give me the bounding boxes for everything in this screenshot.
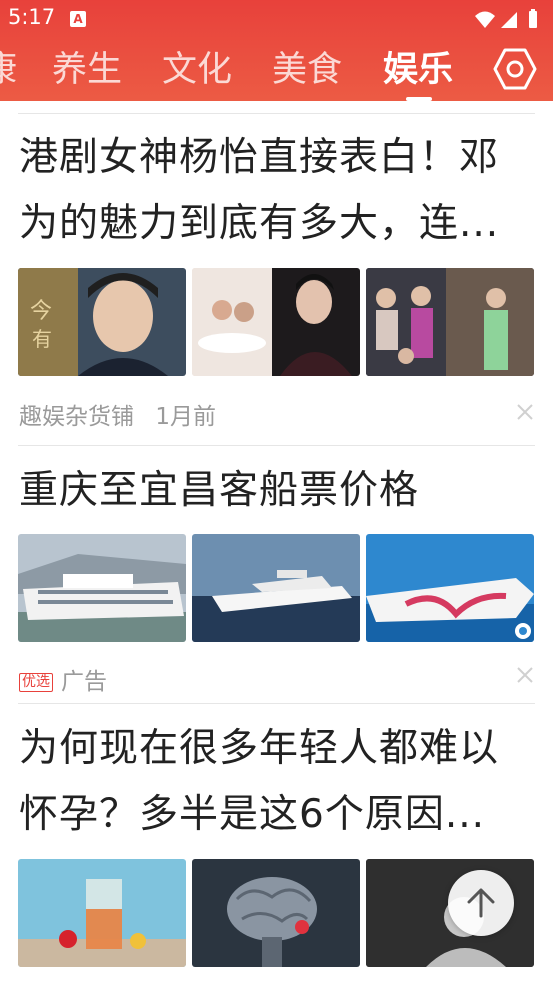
tab-culture[interactable]: 文化 <box>162 48 232 92</box>
divider <box>18 113 535 114</box>
article-thumbnail[interactable] <box>18 859 186 967</box>
header: 5:17 A 康 养生 文化 美食 娱乐 <box>0 0 553 101</box>
battery-icon <box>529 9 537 28</box>
article-thumbnail[interactable]: 今 有 <box>18 268 186 376</box>
article-title[interactable]: 为何现在很多年轻人都难以 怀孕？多半是这6个原因... <box>19 716 539 848</box>
ad-thumbnail[interactable] <box>192 534 360 642</box>
article-meta: 趣娱杂货铺 1月前 <box>19 397 216 431</box>
tab-wellness[interactable]: 养生 <box>52 48 122 92</box>
article-thumbnail[interactable] <box>192 859 360 967</box>
ad-thumbnail[interactable] <box>366 534 534 642</box>
tab-entertainment[interactable]: 娱乐 <box>383 48 453 92</box>
close-icon[interactable] <box>514 664 536 686</box>
close-icon[interactable] <box>514 401 536 423</box>
ad-thumbnail[interactable] <box>18 534 186 642</box>
ad-label: 广告 <box>61 669 107 695</box>
tab-health[interactable]: 康 <box>0 48 17 92</box>
article-source: 趣娱杂货铺 <box>19 404 134 430</box>
tab-food[interactable]: 美食 <box>272 48 342 92</box>
news-feed[interactable]: 港剧女神杨怡直接表白！邓 为的魅力到底有多大，连... 今 有 趣娱杂货铺 1月… <box>0 101 553 984</box>
app-notification-icon: A <box>70 11 86 27</box>
back-to-top-button[interactable] <box>448 870 514 936</box>
article-time: 1月前 <box>155 404 216 430</box>
ad-title[interactable]: 重庆至宜昌客船票价格 <box>19 458 539 524</box>
system-status-icons <box>475 9 537 28</box>
article-thumbnail[interactable] <box>192 268 360 376</box>
article-thumbnail[interactable] <box>366 268 534 376</box>
ad-badge: 优选 <box>19 673 53 692</box>
signal-icon <box>501 12 517 28</box>
svg-text:今: 今 <box>30 299 52 324</box>
status-time: 5:17 <box>8 5 56 29</box>
settings-icon[interactable] <box>493 47 537 91</box>
divider <box>18 445 535 446</box>
svg-text:有: 有 <box>32 327 52 351</box>
wifi-icon <box>475 11 495 28</box>
article-title[interactable]: 港剧女神杨怡直接表白！邓 为的魅力到底有多大，连... <box>19 125 539 257</box>
ad-meta: 优选 广告 <box>19 662 107 696</box>
category-tabs: 康 养生 文化 美食 娱乐 <box>0 40 553 101</box>
status-bar: 5:17 A <box>0 0 553 36</box>
divider <box>18 703 535 704</box>
back-to-top-icon <box>467 888 495 918</box>
